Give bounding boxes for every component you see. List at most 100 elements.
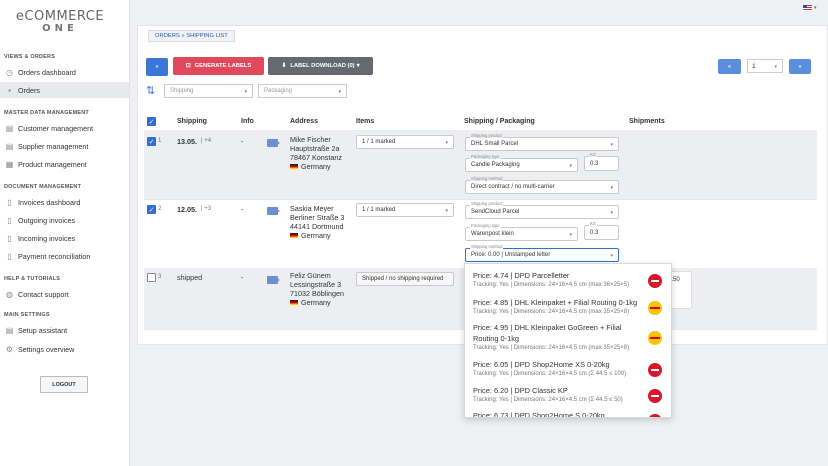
- option-title: Price: 6.73 | DPD Shop2Home S 0-20kg: [473, 411, 605, 418]
- shipping-product-select[interactable]: Shipping product DHL Small Parcel ▾: [465, 133, 619, 151]
- section-document-management: DOCUMENT MANAGEMENT: [4, 184, 82, 190]
- column-items[interactable]: Items: [356, 118, 374, 125]
- weight-value: 0.3: [590, 160, 599, 167]
- items-select[interactable]: Shipped / no shipping required: [356, 272, 454, 286]
- logout-button[interactable]: LOGOUT: [40, 376, 88, 393]
- page-select[interactable]: 1 ▾: [747, 59, 783, 73]
- row-checkbox[interactable]: [147, 273, 156, 282]
- dropdown-option[interactable]: Price: 6.05 | DPD Shop2Home XS 0-20kg Tr…: [465, 359, 671, 378]
- column-shipping[interactable]: Shipping: [177, 118, 207, 125]
- shipping-product-select[interactable]: Shipping product SendCloud Parcel ▾: [465, 201, 619, 219]
- order-status: shipped: [177, 273, 203, 282]
- chevron-down-icon: ▾: [356, 63, 360, 69]
- sidebar-item-label: Setup assistant: [18, 325, 68, 335]
- packaging-type-value: Candle Packaging: [471, 162, 520, 168]
- option-subtitle: Tracking: Yes | Dimensions: 24×16×4.5 cm…: [473, 282, 630, 288]
- shipping-method-select[interactable]: Shipping method Price: 0.00 | Unstamped l…: [465, 244, 619, 262]
- dropdown-option[interactable]: Price: 4.85 | DHL Kleinpaket + Filial Ro…: [465, 297, 671, 316]
- sidebar-item-label: Invoices dashboard: [18, 197, 81, 207]
- breadcrumb[interactable]: ORDERS » SHIPPING LIST: [148, 30, 235, 42]
- order-info: -: [241, 137, 244, 146]
- sort-icon[interactable]: ⇅: [146, 84, 155, 97]
- edit-address-icon[interactable]: [267, 207, 280, 215]
- shipping-method-select[interactable]: Shipping method Direct contract / no mult…: [465, 176, 619, 194]
- items-select[interactable]: 1 / 1 marked ▾: [356, 135, 454, 149]
- packaging-type-label: Packaging type: [470, 154, 501, 159]
- sidebar-item-settings-overview[interactable]: ⚙ Settings overview: [0, 341, 129, 357]
- dpd-logo-icon: [648, 363, 662, 377]
- option-subtitle: Tracking: Yes | Dimensions: 24×16×4.5 cm…: [473, 309, 630, 315]
- cart-icon: ▪: [8, 85, 11, 95]
- select-all-checkbox[interactable]: ✓: [147, 117, 156, 126]
- chevron-down-icon[interactable]: ▾: [814, 5, 817, 11]
- packaging-type-select[interactable]: Packaging type Warenpost klein ▾: [465, 223, 578, 241]
- packaging-type-select[interactable]: Packaging type Candle Packaging ▾: [465, 154, 578, 172]
- sidebar-item-product-management[interactable]: ▦ Product management: [0, 156, 129, 172]
- row-checkbox[interactable]: ✓: [147, 137, 156, 146]
- column-shipping-packaging[interactable]: Shipping / Packaging: [464, 118, 535, 125]
- support-icon: ◍: [6, 289, 13, 299]
- option-title: Price: 4.95 | DHL Kleinpaket GoGreen + F…: [473, 323, 622, 343]
- sidebar-item-label: Incoming invoices: [18, 233, 76, 243]
- row-checkbox[interactable]: ✓: [147, 205, 156, 214]
- items-select[interactable]: 1 / 1 marked ▾: [356, 203, 454, 217]
- next-page-button[interactable]: »: [789, 59, 811, 74]
- dashboard-icon: ◷: [6, 67, 13, 77]
- dhl-logo-icon: [648, 301, 662, 315]
- sidebar-item-label: Orders: [18, 85, 40, 95]
- dpd-logo-icon: [648, 274, 662, 288]
- dropdown-option[interactable]: Price: 6.73 | DPD Shop2Home S 0-20kg: [465, 410, 671, 418]
- sidebar-item-setup-assistant[interactable]: ▤ Setup assistant: [0, 322, 129, 338]
- order-date: 13.05.: [177, 137, 197, 146]
- language-flag-icon[interactable]: [803, 5, 812, 11]
- label-download-button[interactable]: ⬇ LABEL DOWNLOAD (0) ▾: [268, 57, 373, 75]
- shipping-method-value: Price: 0.00 | Unstamped letter: [471, 252, 551, 258]
- sidebar-item-payment-reconciliation[interactable]: ▯ Payment reconciliation: [0, 248, 129, 264]
- packaging-filter[interactable]: Packaging ▾: [258, 84, 347, 98]
- section-master-data: MASTER DATA MANAGEMENT: [4, 110, 89, 116]
- chevron-down-icon: ▾: [610, 142, 613, 148]
- invoice-icon: ▯: [7, 197, 12, 207]
- column-info[interactable]: Info: [241, 118, 254, 125]
- label-icon: ⊡: [185, 63, 191, 69]
- dropdown-option[interactable]: Price: 4.95 | DHL Kleinpaket GoGreen + F…: [465, 322, 671, 352]
- dropdown-option[interactable]: Price: 4.74 | DPD Parcelletter Tracking:…: [465, 270, 671, 289]
- generate-labels-button[interactable]: ⊡ GENERATE LABELS: [173, 57, 264, 75]
- dropdown-option[interactable]: Price: 6.20 | DPD Classic KP Tracking: Y…: [465, 385, 671, 404]
- dpd-logo-icon: [648, 414, 662, 417]
- address-country: Germany: [301, 298, 331, 307]
- sidebar-item-label: Settings overview: [18, 344, 75, 354]
- sidebar-item-contact-support[interactable]: ◍ Contact support: [0, 286, 129, 302]
- items-value: Shipped / no shipping required: [362, 276, 444, 282]
- order-date: 12.05.: [177, 205, 197, 214]
- chevron-down-icon: ▾: [569, 232, 572, 238]
- edit-address-icon[interactable]: [267, 276, 280, 284]
- weight-input[interactable]: KG 0.3: [584, 221, 619, 240]
- sidebar-item-orders[interactable]: ▪ Orders: [0, 82, 129, 98]
- sidebar-item-outgoing-invoices[interactable]: ▯ Outgoing invoices: [0, 212, 129, 228]
- edit-address-icon[interactable]: [267, 139, 280, 147]
- weight-label: KG: [589, 152, 598, 157]
- chevron-down-icon: ▾: [610, 185, 613, 191]
- shipping-method-label: Shipping method: [470, 176, 504, 181]
- sidebar-item-orders-dashboard[interactable]: ◷ Orders dashboard: [0, 64, 129, 80]
- dhl-logo-icon: [648, 331, 662, 345]
- shipping-filter[interactable]: Shipping ▾: [164, 84, 253, 98]
- customer-icon: ▤: [5, 123, 14, 133]
- column-address[interactable]: Address: [290, 118, 318, 125]
- sidebar-item-customer-management[interactable]: ▤ Customer management: [0, 120, 129, 136]
- option-title: Price: 6.05 | DPD Shop2Home XS 0-20kg: [473, 360, 610, 369]
- brand-logo[interactable]: eCOMMERCE ONE: [10, 9, 110, 34]
- sidebar-item-supplier-management[interactable]: ▤ Supplier management: [0, 138, 129, 154]
- option-subtitle: Tracking: Yes | Dimensions: 24×16×4.5 cm…: [473, 397, 623, 403]
- column-shipments[interactable]: Shipments: [629, 118, 665, 125]
- chevron-down-icon: ▾: [569, 163, 572, 169]
- first-page-button[interactable]: «: [718, 59, 741, 74]
- sidebar-item-incoming-invoices[interactable]: ▯ Incoming invoices: [0, 230, 129, 246]
- weight-input[interactable]: KG 0.3: [584, 152, 619, 171]
- shipping-product-label: Shipping product: [470, 133, 504, 138]
- back-button[interactable]: «: [146, 58, 168, 76]
- shipping-method-dropdown[interactable]: Price: 4.74 | DPD Parcelletter Tracking:…: [464, 263, 672, 418]
- sidebar-item-invoices-dashboard[interactable]: ▯ Invoices dashboard: [0, 194, 129, 210]
- chevron-down-icon: ▾: [338, 89, 341, 95]
